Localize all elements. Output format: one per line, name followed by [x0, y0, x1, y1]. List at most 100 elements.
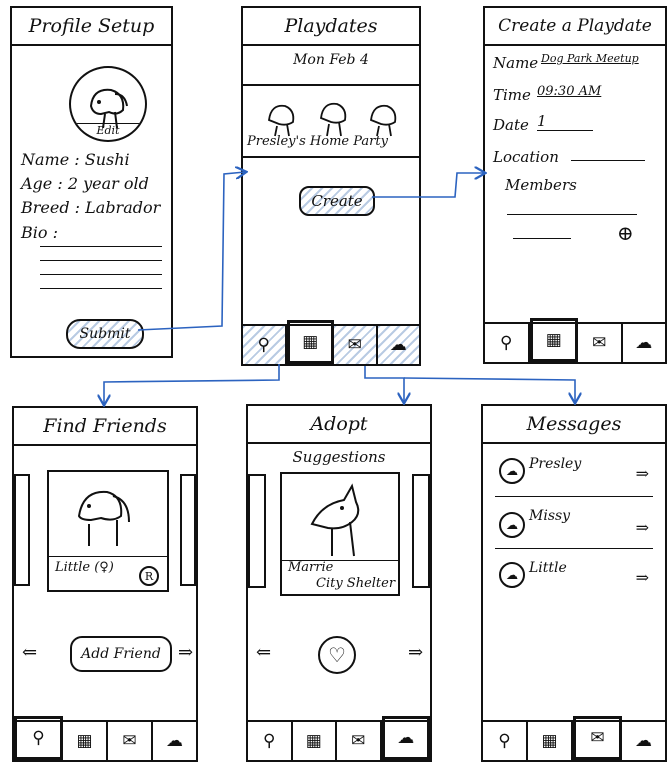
- friend-name: Little (♀): [55, 560, 114, 575]
- dog-icon: [77, 490, 130, 546]
- avatar[interactable]: Edit: [69, 66, 147, 142]
- create-title: Create a Playdate: [485, 8, 665, 46]
- nav-chat-icon[interactable]: ☁: [153, 722, 196, 760]
- nav-mail-icon[interactable]: ✉: [573, 716, 622, 760]
- avatar-edit-label: Edit: [71, 123, 145, 140]
- prev-arrow-icon[interactable]: ⇐: [22, 642, 37, 663]
- dogs-icon: [268, 102, 397, 137]
- nav-calendar-icon[interactable]: ▦: [63, 722, 108, 760]
- add-friend-button[interactable]: Add Friend: [70, 636, 172, 672]
- bottom-nav: ⚲ ▦ ✉ ☁: [485, 318, 666, 362]
- message-sender: Presley: [529, 456, 582, 472]
- card-divider: [49, 556, 167, 557]
- prev-card[interactable]: [14, 474, 30, 586]
- find-friends-title: Find Friends: [14, 408, 196, 446]
- age-field[interactable]: Age : 2 year old: [21, 174, 149, 193]
- nav-chat-icon[interactable]: ☁: [381, 716, 430, 760]
- chat-avatar-icon: ☁: [499, 458, 525, 484]
- date-label: Date: [493, 116, 529, 134]
- adopt-card[interactable]: Marrie City Shelter: [280, 472, 400, 596]
- prev-card[interactable]: [248, 474, 266, 588]
- name-label: Name: [493, 54, 539, 72]
- date-line: [537, 130, 593, 131]
- mail-to-adopt-arrow: [364, 366, 404, 402]
- submit-button[interactable]: Submit: [66, 319, 144, 349]
- nav-search-icon[interactable]: ⚲: [243, 326, 287, 364]
- bottom-nav: ⚲ ▦ ✉ ☁: [248, 716, 430, 760]
- nav-search-icon[interactable]: ⚲: [14, 716, 63, 760]
- nav-calendar-icon[interactable]: ▦: [293, 722, 337, 760]
- bio-line[interactable]: [40, 260, 162, 261]
- member-line[interactable]: [513, 238, 571, 239]
- open-arrow-icon[interactable]: ⇒: [636, 518, 649, 537]
- bio-line[interactable]: [40, 246, 162, 247]
- nav-chat-icon[interactable]: ☁: [377, 326, 419, 364]
- breed-field[interactable]: Breed : Labrador: [21, 198, 160, 217]
- nav-calendar-icon[interactable]: ▦: [286, 320, 334, 364]
- playdates-screen: Playdates Mon Feb 4 Presley's Home Party…: [241, 6, 421, 366]
- name-input[interactable]: Dog Park Meetup: [541, 52, 639, 65]
- nav-calendar-icon[interactable]: ▦: [528, 722, 573, 760]
- open-arrow-icon[interactable]: ⇒: [636, 464, 649, 483]
- nav-mail-icon[interactable]: ✉: [334, 326, 378, 364]
- open-arrow-icon[interactable]: ⇒: [636, 568, 649, 587]
- bottom-nav: ⚲ ▦ ✉ ☁: [483, 716, 665, 760]
- create-playdate-screen: Create a Playdate Name Dog Park Meetup T…: [483, 6, 667, 364]
- member-line[interactable]: [507, 214, 637, 215]
- playdate-event-name: Presley's Home Party: [247, 134, 388, 149]
- nav-search-icon[interactable]: ⚲: [248, 722, 293, 760]
- mail-to-messages-arrow: [403, 377, 575, 402]
- add-member-icon[interactable]: ⊕: [617, 221, 634, 245]
- nav-search-icon[interactable]: ⚲: [485, 324, 530, 362]
- badge-icon: R: [139, 566, 159, 586]
- date-input[interactable]: 1: [537, 112, 547, 130]
- location-label: Location: [493, 148, 559, 166]
- next-arrow-icon[interactable]: ⇒: [178, 642, 193, 663]
- name-field[interactable]: Name : Sushi: [21, 150, 130, 169]
- message-sender: Little: [529, 560, 567, 576]
- prev-arrow-icon[interactable]: ⇐: [256, 642, 271, 663]
- nav-chat-icon[interactable]: ☁: [623, 324, 666, 362]
- chat-avatar-icon: ☁: [499, 512, 525, 538]
- next-card[interactable]: [180, 474, 196, 586]
- members-label: Members: [505, 176, 577, 194]
- profile-setup-screen: Profile Setup Edit Name : Sushi Age : 2 …: [10, 6, 173, 358]
- playdates-date: Mon Feb 4: [293, 52, 369, 68]
- profile-title: Profile Setup: [12, 8, 171, 46]
- time-input[interactable]: 09:30 AM: [537, 84, 601, 99]
- bottom-nav: ⚲ ▦ ✉ ☁: [243, 320, 419, 364]
- search-to-find-arrow: [104, 364, 280, 404]
- nav-chat-icon[interactable]: ☁: [622, 722, 665, 760]
- dog-icon: [310, 483, 360, 557]
- adopt-subtitle: Suggestions: [292, 448, 386, 466]
- location-line[interactable]: [571, 160, 645, 161]
- bio-label: Bio :: [21, 223, 58, 242]
- message-item[interactable]: ☁ Little ⇒: [495, 556, 653, 600]
- adopt-shelter: City Shelter: [316, 576, 396, 591]
- message-item[interactable]: ☁ Missy ⇒: [495, 504, 653, 549]
- nav-mail-icon[interactable]: ✉: [337, 722, 382, 760]
- nav-mail-icon[interactable]: ✉: [108, 722, 153, 760]
- bottom-nav: ⚲ ▦ ✉ ☁: [14, 716, 196, 760]
- find-friends-screen: Find Friends Little (♀) R ⇐ Add Friend ⇒…: [12, 406, 198, 762]
- time-label: Time: [493, 86, 531, 104]
- messages-title: Messages: [483, 406, 665, 444]
- chat-avatar-icon: ☁: [499, 562, 525, 588]
- nav-search-icon[interactable]: ⚲: [483, 722, 528, 760]
- nav-calendar-icon[interactable]: ▦: [529, 318, 578, 362]
- adopt-dog-name: Marrie: [288, 560, 334, 575]
- like-icon[interactable]: ♡: [318, 636, 356, 674]
- playdates-title: Playdates: [243, 8, 419, 46]
- bio-line[interactable]: [40, 274, 162, 275]
- message-sender: Missy: [529, 508, 571, 524]
- next-arrow-icon[interactable]: ⇒: [408, 642, 423, 663]
- playdate-event-card[interactable]: Presley's Home Party: [243, 84, 419, 158]
- adopt-title: Adopt: [248, 406, 430, 444]
- message-item[interactable]: ☁ Presley ⇒: [495, 452, 653, 497]
- next-card[interactable]: [412, 474, 430, 588]
- nav-mail-icon[interactable]: ✉: [578, 324, 623, 362]
- bio-line[interactable]: [40, 288, 162, 289]
- friend-card[interactable]: Little (♀) R: [47, 470, 169, 592]
- messages-screen: Messages ☁ Presley ⇒ ☁ Missy ⇒ ☁ Little …: [481, 404, 667, 762]
- create-button[interactable]: Create: [299, 186, 375, 216]
